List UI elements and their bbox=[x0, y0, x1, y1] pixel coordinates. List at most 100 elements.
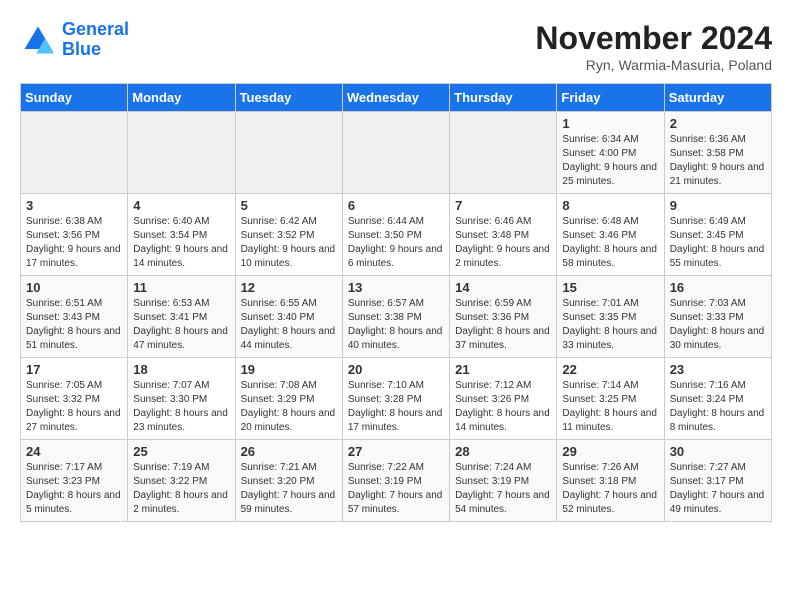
logo-icon bbox=[20, 22, 56, 58]
day-number: 8 bbox=[562, 198, 658, 213]
day-number: 24 bbox=[26, 444, 122, 459]
calendar-week-row: 1 Sunrise: 6:34 AMSunset: 4:00 PMDaylight… bbox=[21, 112, 772, 194]
day-number: 3 bbox=[26, 198, 122, 213]
day-number: 6 bbox=[348, 198, 444, 213]
day-info: Sunrise: 6:44 AMSunset: 3:50 PMDaylight:… bbox=[348, 215, 444, 271]
calendar-table: SundayMondayTuesdayWednesdayThursdayFrid… bbox=[20, 83, 772, 522]
day-info: Sunrise: 7:17 AMSunset: 3:23 PMDaylight:… bbox=[26, 461, 122, 517]
day-number: 22 bbox=[562, 362, 658, 377]
calendar-cell: 23 Sunrise: 7:16 AMSunset: 3:24 PMDayligh… bbox=[664, 358, 771, 440]
calendar-day-header: Thursday bbox=[450, 84, 557, 112]
calendar-cell: 7 Sunrise: 6:46 AMSunset: 3:48 PMDaylight… bbox=[450, 194, 557, 276]
day-info: Sunrise: 6:57 AMSunset: 3:38 PMDaylight:… bbox=[348, 297, 444, 353]
day-info: Sunrise: 7:12 AMSunset: 3:26 PMDaylight:… bbox=[455, 379, 551, 435]
day-info: Sunrise: 7:16 AMSunset: 3:24 PMDaylight:… bbox=[670, 379, 766, 435]
day-number: 19 bbox=[241, 362, 337, 377]
calendar-cell: 28Sunrise: 7:24 AMSunset: 3:19 PMDayligh… bbox=[450, 440, 557, 522]
day-info: Sunrise: 7:01 AMSunset: 3:35 PMDaylight:… bbox=[562, 297, 658, 353]
page-header: General Blue November 2024 Ryn, Warmia-M… bbox=[20, 20, 772, 73]
day-info: Sunrise: 7:19 AMSunset: 3:22 PMDaylight:… bbox=[133, 461, 229, 517]
calendar-cell: 25Sunrise: 7:19 AMSunset: 3:22 PMDayligh… bbox=[128, 440, 235, 522]
day-info: Sunrise: 7:22 AMSunset: 3:19 PMDaylight:… bbox=[348, 461, 444, 517]
day-info: Sunrise: 7:27 AMSunset: 3:17 PMDaylight:… bbox=[670, 461, 766, 517]
calendar-cell bbox=[235, 112, 342, 194]
calendar-cell: 13 Sunrise: 6:57 AMSunset: 3:38 PMDayligh… bbox=[342, 276, 449, 358]
day-number: 15 bbox=[562, 280, 658, 295]
calendar-cell: 15 Sunrise: 7:01 AMSunset: 3:35 PMDayligh… bbox=[557, 276, 664, 358]
calendar-cell: 16Sunrise: 7:03 AMSunset: 3:33 PMDayligh… bbox=[664, 276, 771, 358]
calendar-day-header: Friday bbox=[557, 84, 664, 112]
title-section: November 2024 Ryn, Warmia-Masuria, Polan… bbox=[535, 20, 772, 73]
calendar-cell: 22 Sunrise: 7:14 AMSunset: 3:25 PMDayligh… bbox=[557, 358, 664, 440]
calendar-cell: 24 Sunrise: 7:17 AMSunset: 3:23 PMDayligh… bbox=[21, 440, 128, 522]
day-info: Sunrise: 6:49 AMSunset: 3:45 PMDaylight:… bbox=[670, 215, 766, 271]
calendar-day-header: Wednesday bbox=[342, 84, 449, 112]
calendar-cell: 30 Sunrise: 7:27 AMSunset: 3:17 PMDayligh… bbox=[664, 440, 771, 522]
calendar-body: 1 Sunrise: 6:34 AMSunset: 4:00 PMDaylight… bbox=[21, 112, 772, 522]
day-info: Sunrise: 6:59 AMSunset: 3:36 PMDaylight:… bbox=[455, 297, 551, 353]
calendar-week-row: 17 Sunrise: 7:05 AMSunset: 3:32 PMDayligh… bbox=[21, 358, 772, 440]
day-info: Sunrise: 6:48 AMSunset: 3:46 PMDaylight:… bbox=[562, 215, 658, 271]
location-subtitle: Ryn, Warmia-Masuria, Poland bbox=[535, 57, 772, 73]
day-number: 29 bbox=[562, 444, 658, 459]
day-info: Sunrise: 6:38 AMSunset: 3:56 PMDaylight:… bbox=[26, 215, 122, 271]
day-info: Sunrise: 6:46 AMSunset: 3:48 PMDaylight:… bbox=[455, 215, 551, 271]
day-number: 1 bbox=[562, 116, 658, 131]
calendar-week-row: 10Sunrise: 6:51 AMSunset: 3:43 PMDayligh… bbox=[21, 276, 772, 358]
calendar-week-row: 3 Sunrise: 6:38 AMSunset: 3:56 PMDaylight… bbox=[21, 194, 772, 276]
day-info: Sunrise: 6:55 AMSunset: 3:40 PMDaylight:… bbox=[241, 297, 337, 353]
day-number: 7 bbox=[455, 198, 551, 213]
calendar-cell: 11Sunrise: 6:53 AMSunset: 3:41 PMDayligh… bbox=[128, 276, 235, 358]
day-info: Sunrise: 6:40 AMSunset: 3:54 PMDaylight:… bbox=[133, 215, 229, 271]
day-number: 12 bbox=[241, 280, 337, 295]
calendar-cell: 4 Sunrise: 6:40 AMSunset: 3:54 PMDaylight… bbox=[128, 194, 235, 276]
day-info: Sunrise: 6:42 AMSunset: 3:52 PMDaylight:… bbox=[241, 215, 337, 271]
calendar-cell: 8 Sunrise: 6:48 AMSunset: 3:46 PMDaylight… bbox=[557, 194, 664, 276]
day-info: Sunrise: 6:36 AMSunset: 3:58 PMDaylight:… bbox=[670, 133, 766, 189]
calendar-cell: 18 Sunrise: 7:07 AMSunset: 3:30 PMDayligh… bbox=[128, 358, 235, 440]
calendar-day-header: Saturday bbox=[664, 84, 771, 112]
calendar-week-row: 24 Sunrise: 7:17 AMSunset: 3:23 PMDayligh… bbox=[21, 440, 772, 522]
day-number: 21 bbox=[455, 362, 551, 377]
day-number: 17 bbox=[26, 362, 122, 377]
day-number: 9 bbox=[670, 198, 766, 213]
day-info: Sunrise: 7:10 AMSunset: 3:28 PMDaylight:… bbox=[348, 379, 444, 435]
day-info: Sunrise: 7:21 AMSunset: 3:20 PMDaylight:… bbox=[241, 461, 337, 517]
day-number: 14 bbox=[455, 280, 551, 295]
calendar-cell: 14 Sunrise: 6:59 AMSunset: 3:36 PMDayligh… bbox=[450, 276, 557, 358]
calendar-day-header: Sunday bbox=[21, 84, 128, 112]
calendar-cell: 19Sunrise: 7:08 AMSunset: 3:29 PMDayligh… bbox=[235, 358, 342, 440]
calendar-day-header: Tuesday bbox=[235, 84, 342, 112]
day-number: 2 bbox=[670, 116, 766, 131]
day-info: Sunrise: 7:26 AMSunset: 3:18 PMDaylight:… bbox=[562, 461, 658, 517]
day-number: 10 bbox=[26, 280, 122, 295]
day-number: 23 bbox=[670, 362, 766, 377]
calendar-cell: 10Sunrise: 6:51 AMSunset: 3:43 PMDayligh… bbox=[21, 276, 128, 358]
calendar-cell: 17 Sunrise: 7:05 AMSunset: 3:32 PMDayligh… bbox=[21, 358, 128, 440]
day-number: 27 bbox=[348, 444, 444, 459]
day-number: 30 bbox=[670, 444, 766, 459]
day-number: 5 bbox=[241, 198, 337, 213]
day-info: Sunrise: 7:03 AMSunset: 3:33 PMDaylight:… bbox=[670, 297, 766, 353]
calendar-cell: 12 Sunrise: 6:55 AMSunset: 3:40 PMDayligh… bbox=[235, 276, 342, 358]
calendar-cell bbox=[21, 112, 128, 194]
day-info: Sunrise: 6:34 AMSunset: 4:00 PMDaylight:… bbox=[562, 133, 658, 189]
calendar-cell: 20 Sunrise: 7:10 AMSunset: 3:28 PMDayligh… bbox=[342, 358, 449, 440]
day-info: Sunrise: 7:24 AMSunset: 3:19 PMDaylight:… bbox=[455, 461, 551, 517]
day-info: Sunrise: 6:53 AMSunset: 3:41 PMDaylight:… bbox=[133, 297, 229, 353]
month-title: November 2024 bbox=[535, 20, 772, 57]
day-info: Sunrise: 7:05 AMSunset: 3:32 PMDaylight:… bbox=[26, 379, 122, 435]
calendar-header-row: SundayMondayTuesdayWednesdayThursdayFrid… bbox=[21, 84, 772, 112]
calendar-cell: 6 Sunrise: 6:44 AMSunset: 3:50 PMDaylight… bbox=[342, 194, 449, 276]
calendar-cell: 26Sunrise: 7:21 AMSunset: 3:20 PMDayligh… bbox=[235, 440, 342, 522]
day-number: 4 bbox=[133, 198, 229, 213]
calendar-cell bbox=[450, 112, 557, 194]
calendar-cell: 27 Sunrise: 7:22 AMSunset: 3:19 PMDayligh… bbox=[342, 440, 449, 522]
day-number: 18 bbox=[133, 362, 229, 377]
day-number: 13 bbox=[348, 280, 444, 295]
calendar-cell: 29 Sunrise: 7:26 AMSunset: 3:18 PMDayligh… bbox=[557, 440, 664, 522]
day-info: Sunrise: 7:07 AMSunset: 3:30 PMDaylight:… bbox=[133, 379, 229, 435]
day-info: Sunrise: 7:14 AMSunset: 3:25 PMDaylight:… bbox=[562, 379, 658, 435]
calendar-day-header: Monday bbox=[128, 84, 235, 112]
day-number: 20 bbox=[348, 362, 444, 377]
